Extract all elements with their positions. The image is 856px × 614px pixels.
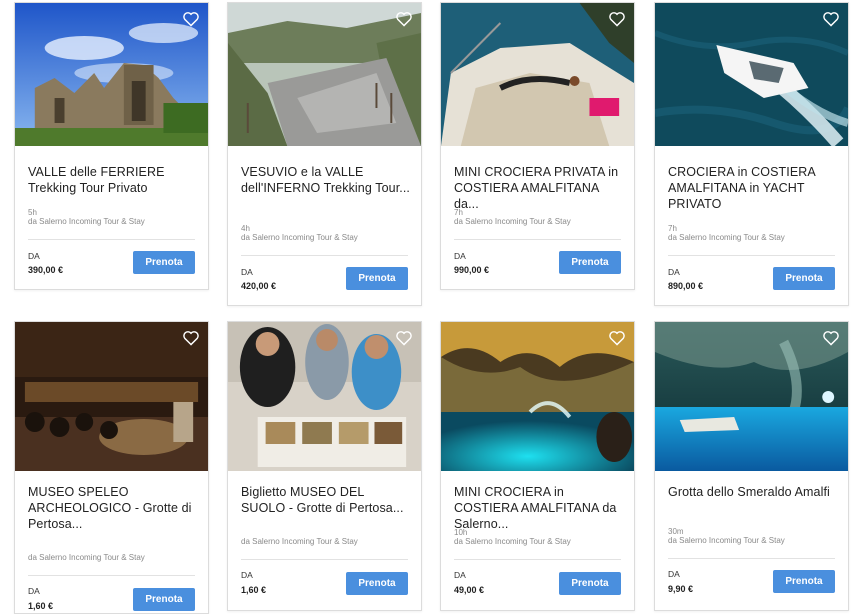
tour-title[interactable]: Biglietto MUSEO DEL SUOLO - Grotte di Pe…: [241, 484, 411, 516]
tour-price: 420,00 €: [241, 281, 277, 291]
tour-price: 890,00 €: [668, 281, 704, 291]
tour-grid: VALLE delle FERRIERE Trekking Tour Priva…: [0, 0, 856, 614]
tour-card[interactable]: MINI CROCIERA PRIVATA in COSTIERA AMALFI…: [440, 2, 635, 290]
price-prefix: DA: [454, 570, 466, 580]
tour-title[interactable]: Grotta dello Smeraldo Amalfi: [668, 484, 838, 500]
tour-provider: da Salerno Incoming Tour & Stay: [28, 553, 145, 562]
tour-price: 49,00 €: [454, 585, 485, 595]
tour-provider: da Salerno Incoming Tour & Stay: [668, 233, 785, 242]
tour-title[interactable]: CROCIERA in COSTIERA AMALFITANA in YACHT…: [668, 164, 838, 212]
tour-price: 390,00 €: [28, 265, 64, 275]
card-divider: [668, 255, 835, 256]
favorite-heart-icon[interactable]: [822, 330, 840, 346]
book-button[interactable]: Prenota: [346, 267, 408, 290]
tour-provider: da Salerno Incoming Tour & Stay: [241, 233, 358, 242]
book-button[interactable]: Prenota: [346, 572, 408, 595]
tour-photo-mini-crociera-privata[interactable]: [441, 3, 634, 146]
tour-card[interactable]: MINI CROCIERA in COSTIERA AMALFITANA da …: [440, 321, 635, 611]
favorite-heart-icon[interactable]: [182, 11, 200, 27]
book-button[interactable]: Prenota: [559, 572, 621, 595]
book-button[interactable]: Prenota: [559, 251, 621, 274]
tour-photo-museo-speleo[interactable]: [15, 322, 208, 471]
tour-card[interactable]: VESUVIO e la VALLE dell'INFERNO Trekking…: [227, 2, 422, 306]
card-divider: [454, 239, 621, 240]
tour-photo-valle-ferriere[interactable]: [15, 3, 208, 146]
favorite-heart-icon[interactable]: [608, 330, 626, 346]
price-prefix: DA: [241, 267, 253, 277]
tour-provider: da Salerno Incoming Tour & Stay: [454, 537, 571, 546]
card-divider: [241, 255, 408, 256]
tour-provider: da Salerno Incoming Tour & Stay: [241, 537, 358, 546]
card-divider: [28, 239, 195, 240]
tour-price: 990,00 €: [454, 265, 490, 275]
tour-title[interactable]: MINI CROCIERA in COSTIERA AMALFITANA da …: [454, 484, 624, 532]
tour-price: 1,60 €: [28, 601, 54, 611]
tour-provider: da Salerno Incoming Tour & Stay: [454, 217, 571, 226]
price-prefix: DA: [454, 251, 466, 261]
book-button[interactable]: Prenota: [773, 570, 835, 593]
price-prefix: DA: [668, 569, 680, 579]
favorite-heart-icon[interactable]: [395, 11, 413, 27]
tour-photo-grotta-smeraldo[interactable]: [655, 322, 848, 471]
tour-card[interactable]: Grotta dello Smeraldo Amalfi 30m da Sale…: [654, 321, 849, 611]
card-divider: [241, 559, 408, 560]
card-divider: [28, 575, 195, 576]
price-prefix: DA: [28, 586, 40, 596]
tour-photo-museo-suolo[interactable]: [228, 322, 421, 471]
tour-photo-vesuvio[interactable]: [228, 3, 421, 146]
favorite-heart-icon[interactable]: [395, 330, 413, 346]
favorite-heart-icon[interactable]: [182, 330, 200, 346]
price-prefix: DA: [28, 251, 40, 261]
tour-price: 9,90 €: [668, 584, 694, 594]
price-prefix: DA: [241, 570, 253, 580]
tour-photo-mini-crociera[interactable]: [441, 322, 634, 471]
card-divider: [454, 559, 621, 560]
price-prefix: DA: [668, 267, 680, 277]
card-divider: [668, 558, 835, 559]
tour-photo-crociera-yacht[interactable]: [655, 3, 848, 146]
tour-title[interactable]: MUSEO SPELEO ARCHEOLOGICO - Grotte di Pe…: [28, 484, 198, 532]
tour-card[interactable]: CROCIERA in COSTIERA AMALFITANA in YACHT…: [654, 2, 849, 306]
tour-card[interactable]: Biglietto MUSEO DEL SUOLO - Grotte di Pe…: [227, 321, 422, 611]
tour-price: 1,60 €: [241, 585, 267, 595]
book-button[interactable]: Prenota: [133, 251, 195, 274]
book-button[interactable]: Prenota: [773, 267, 835, 290]
tour-title[interactable]: VALLE delle FERRIERE Trekking Tour Priva…: [28, 164, 198, 196]
favorite-heart-icon[interactable]: [822, 11, 840, 27]
tour-provider: da Salerno Incoming Tour & Stay: [668, 536, 785, 545]
tour-card[interactable]: VALLE delle FERRIERE Trekking Tour Priva…: [14, 2, 209, 290]
tour-card[interactable]: MUSEO SPELEO ARCHEOLOGICO - Grotte di Pe…: [14, 321, 209, 614]
tour-provider: da Salerno Incoming Tour & Stay: [28, 217, 145, 226]
tour-title[interactable]: VESUVIO e la VALLE dell'INFERNO Trekking…: [241, 164, 411, 196]
tour-title[interactable]: MINI CROCIERA PRIVATA in COSTIERA AMALFI…: [454, 164, 624, 212]
favorite-heart-icon[interactable]: [608, 11, 626, 27]
book-button[interactable]: Prenota: [133, 588, 195, 611]
